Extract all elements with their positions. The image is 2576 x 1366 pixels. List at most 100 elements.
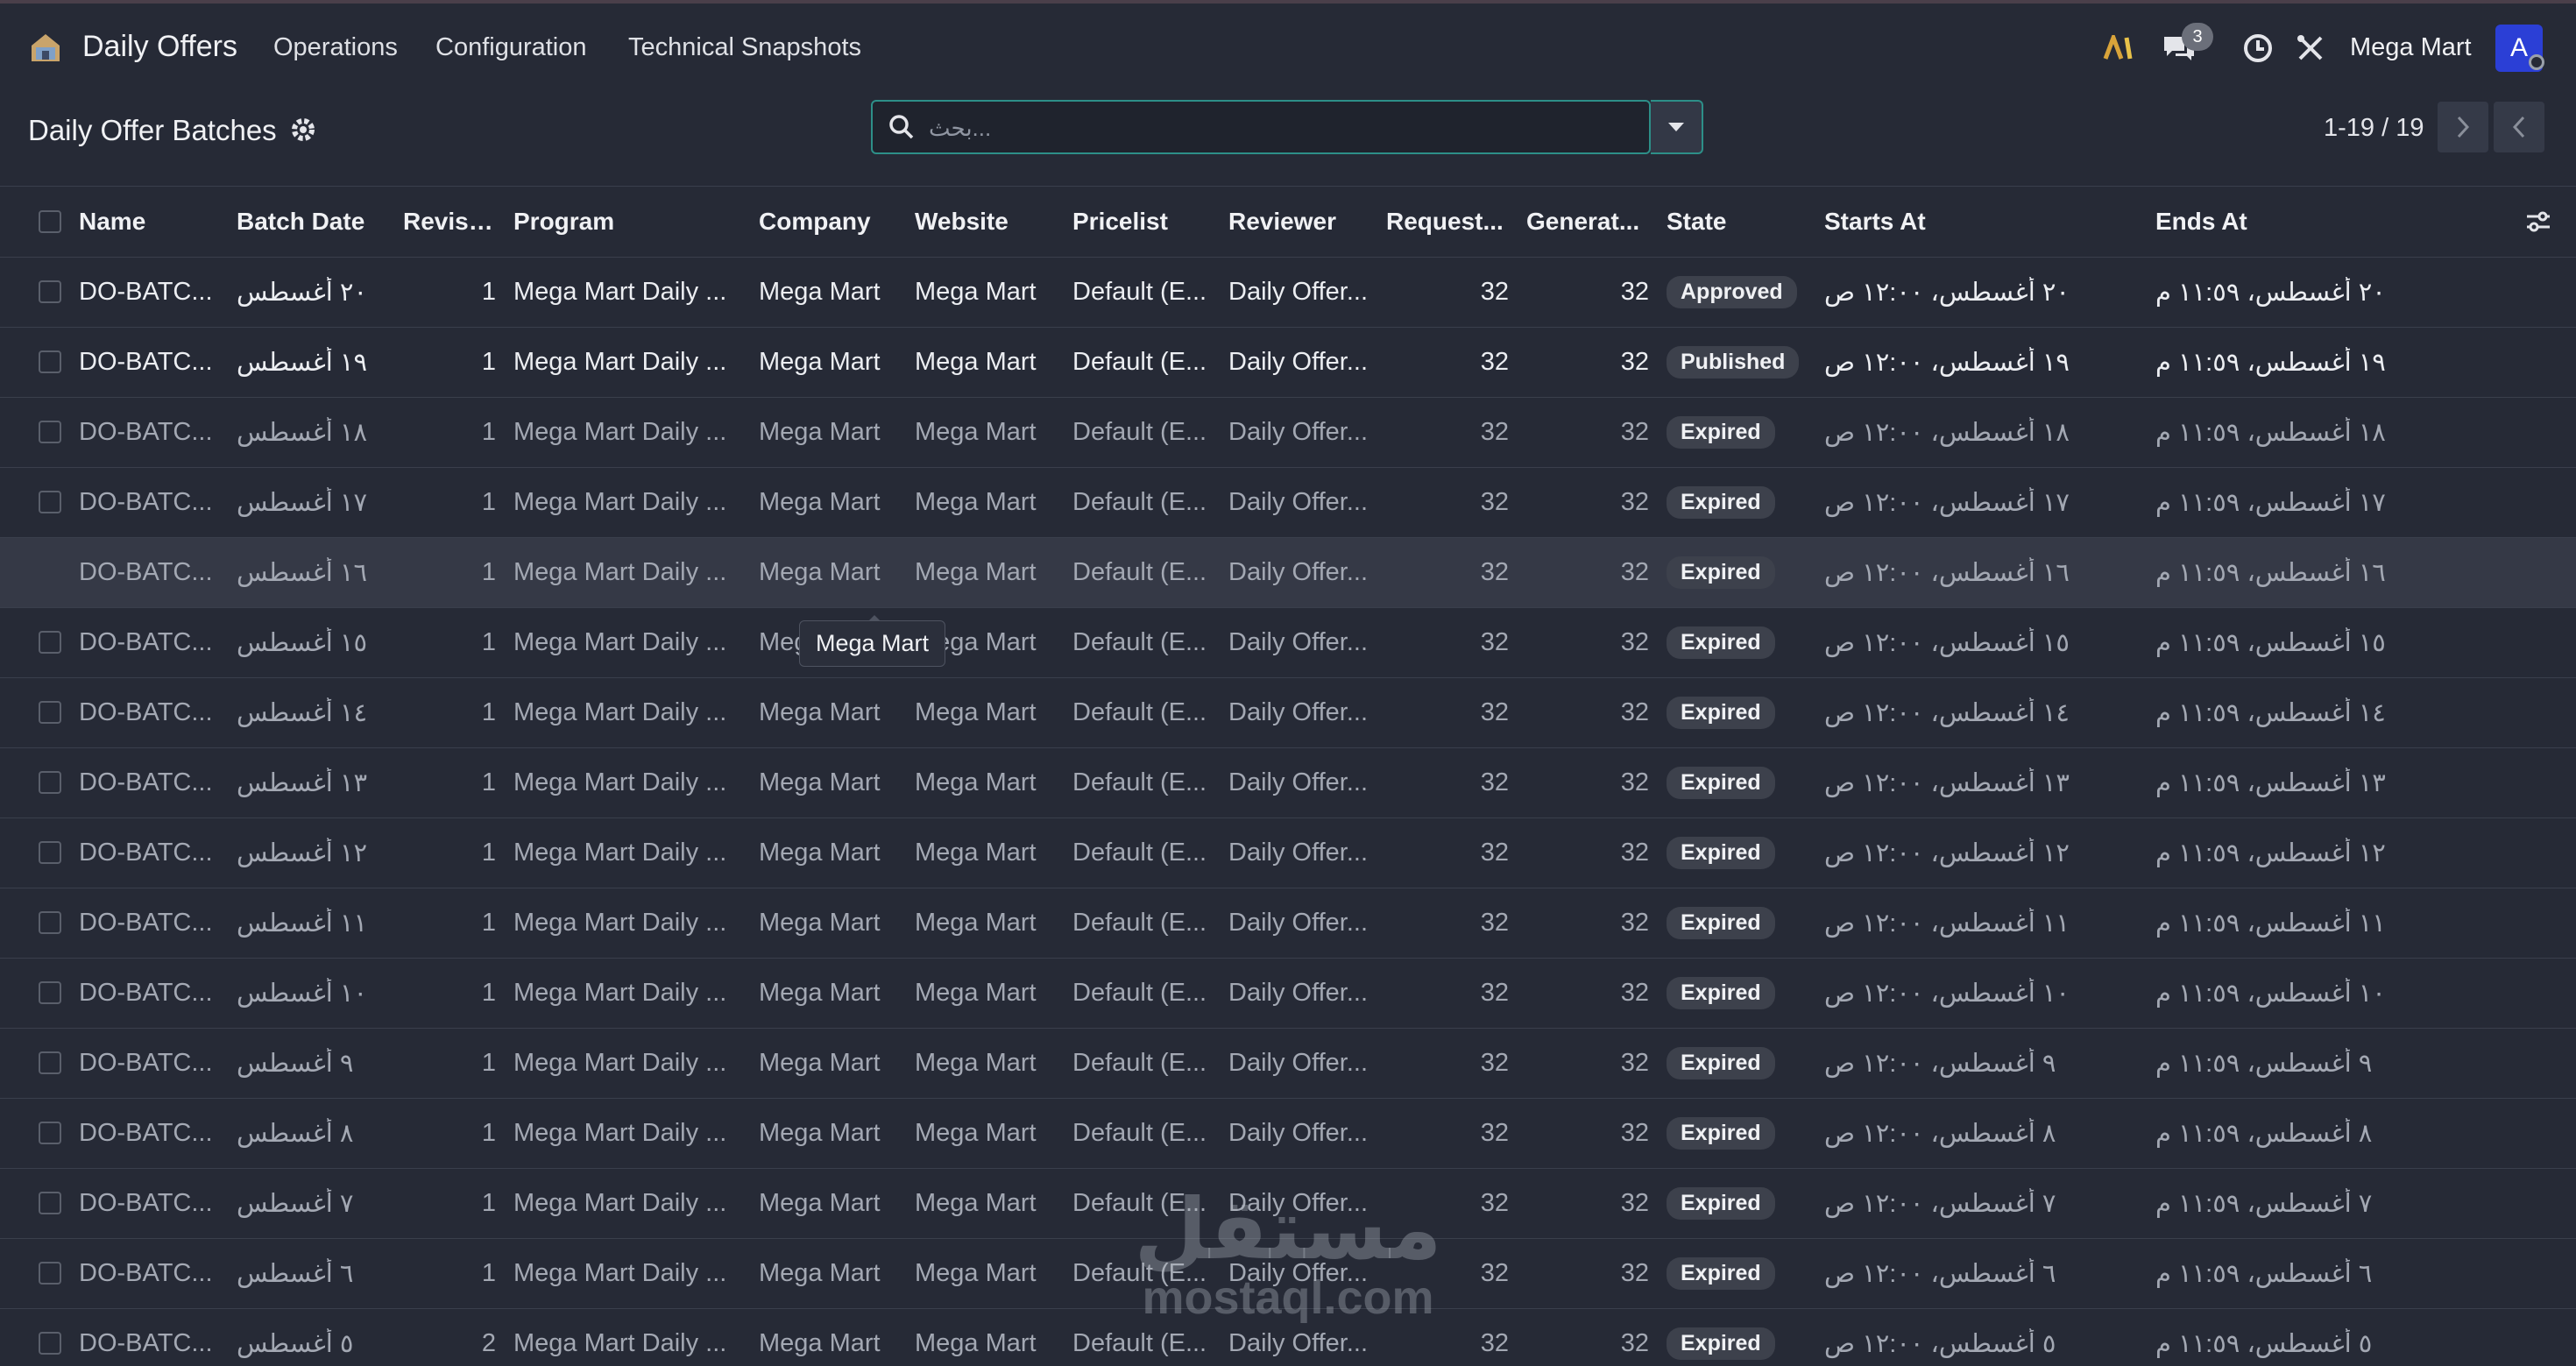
cell-revision[interactable]: 1 [394, 397, 505, 468]
cell-batch-date[interactable]: ٩ أغسطس [228, 1028, 394, 1099]
cell-revision[interactable]: 1 [394, 1098, 505, 1169]
cell-company[interactable]: Mega Mart [750, 888, 906, 959]
table-row[interactable]: DO-BATC... ١٣ أغسطس 1 Mega Mart Daily ... Me… [0, 747, 2576, 818]
cell-generated[interactable]: 32 [1518, 397, 1658, 468]
cell-name[interactable]: DO-BATC... [70, 747, 228, 818]
column-header-pricelist[interactable]: Pricelist [1064, 187, 1220, 258]
cell-batch-date[interactable]: ١٦ أغسطس [228, 537, 394, 608]
cell-pricelist[interactable]: Default (E... [1064, 257, 1220, 328]
pager-next-button[interactable] [2438, 102, 2488, 152]
cell-generated[interactable]: 32 [1518, 677, 1658, 748]
cell-state[interactable]: Expired [1658, 467, 1815, 538]
cell-reviewer[interactable]: Daily Offer... [1220, 537, 1377, 608]
row-checkbox[interactable] [39, 491, 61, 513]
cell-generated[interactable]: 32 [1518, 817, 1658, 888]
cell-batch-date[interactable]: ١٨ أغسطس [228, 397, 394, 468]
cell-generated[interactable]: 32 [1518, 747, 1658, 818]
cell-company[interactable]: Mega Mart [750, 1308, 906, 1366]
cell-pricelist[interactable]: Default (E... [1064, 888, 1220, 959]
cell-state[interactable]: Approved [1658, 257, 1815, 328]
pager-prev-button[interactable] [2494, 102, 2544, 152]
pager-value[interactable]: 1-19 / 19 [2324, 114, 2424, 143]
cell-name[interactable]: DO-BATC... [70, 1098, 228, 1169]
cell-batch-date[interactable]: ١٣ أغسطس [228, 747, 394, 818]
row-checkbox-cell[interactable] [0, 397, 70, 468]
tools-icon[interactable] [2292, 30, 2329, 67]
cell-revision[interactable]: 1 [394, 467, 505, 538]
cell-website[interactable]: Mega Mart [906, 327, 1064, 398]
cell-generated[interactable]: 32 [1518, 467, 1658, 538]
table-row[interactable]: DO-BATC... ١١ أغسطس 1 Mega Mart Daily ... Me… [0, 888, 2576, 959]
cell-company[interactable]: Mega Mart [750, 327, 906, 398]
row-checkbox[interactable] [39, 1122, 61, 1144]
column-header-website[interactable]: Website [906, 187, 1064, 258]
cell-requested[interactable]: 32 [1377, 888, 1518, 959]
cell-company[interactable]: Mega Mart [750, 537, 906, 608]
cell-name[interactable]: DO-BATC... [70, 1238, 228, 1309]
row-checkbox-cell[interactable] [0, 1238, 70, 1309]
table-row[interactable]: DO-BATC... ١٨ أغسطس 1 Mega Mart Daily ... Me… [0, 397, 2576, 468]
cell-company[interactable]: Mega Mart [750, 677, 906, 748]
table-row[interactable]: DO-BATC... ١٧ أغسطس 1 Mega Mart Daily ... Me… [0, 467, 2576, 538]
cell-batch-date[interactable]: ٧ أغسطس [228, 1168, 394, 1239]
row-checkbox[interactable] [39, 631, 61, 654]
cell-company[interactable]: Mega Mart [750, 958, 906, 1029]
cell-pricelist[interactable]: Default (E... [1064, 1098, 1220, 1169]
row-checkbox[interactable] [39, 1051, 61, 1074]
cell-website[interactable]: Mega Mart [906, 257, 1064, 328]
row-checkbox[interactable] [39, 911, 61, 934]
cell-starts-at[interactable]: ٦ أغسطس، ١٢:٠٠ ص [1815, 1238, 2147, 1309]
row-checkbox[interactable] [39, 1192, 61, 1214]
cell-state[interactable]: Expired [1658, 958, 1815, 1029]
column-header-program[interactable]: Program [505, 187, 750, 258]
cell-company[interactable]: Mega Mart [750, 817, 906, 888]
cell-state[interactable]: Expired [1658, 537, 1815, 608]
cell-state[interactable]: Expired [1658, 607, 1815, 678]
cell-batch-date[interactable]: ٨ أغسطس [228, 1098, 394, 1169]
row-checkbox[interactable] [39, 280, 61, 303]
cell-website[interactable]: Mega Mart [906, 397, 1064, 468]
cell-name[interactable]: DO-BATC... [70, 467, 228, 538]
table-row[interactable]: DO-BATC... ٢٠ أغسطس 1 Mega Mart Daily ... Me… [0, 257, 2576, 328]
cell-program[interactable]: Mega Mart Daily ... [505, 677, 750, 748]
row-checkbox-cell[interactable] [0, 257, 70, 328]
cell-pricelist[interactable]: Default (E... [1064, 327, 1220, 398]
table-row[interactable]: DO-BATC... ٩ أغسطس 1 Mega Mart Daily ... Meg… [0, 1028, 2576, 1099]
cell-program[interactable]: Mega Mart Daily ... [505, 1028, 750, 1099]
cell-ends-at[interactable]: ١٠ أغسطس، ١١:٥٩ م [2147, 958, 2480, 1029]
cell-website[interactable]: Mega Mart [906, 817, 1064, 888]
cell-program[interactable]: Mega Mart Daily ... [505, 397, 750, 468]
cell-requested[interactable]: 32 [1377, 327, 1518, 398]
cell-starts-at[interactable]: ١٦ أغسطس، ١٢:٠٠ ص [1815, 537, 2147, 608]
cell-pricelist[interactable]: Default (E... [1064, 677, 1220, 748]
column-header-starts-at[interactable]: Starts At [1815, 187, 2147, 258]
cell-program[interactable]: Mega Mart Daily ... [505, 958, 750, 1029]
cell-name[interactable]: DO-BATC... [70, 397, 228, 468]
column-header-generated[interactable]: Generat... [1518, 187, 1658, 258]
cell-reviewer[interactable]: Daily Offer... [1220, 677, 1377, 748]
cell-generated[interactable]: 32 [1518, 1308, 1658, 1366]
cell-name[interactable]: DO-BATC... [70, 817, 228, 888]
cell-generated[interactable]: 32 [1518, 1028, 1658, 1099]
cell-starts-at[interactable]: ١٩ أغسطس، ١٢:٠٠ ص [1815, 327, 2147, 398]
cell-website[interactable]: Mega Mart [906, 467, 1064, 538]
cell-generated[interactable]: 32 [1518, 1098, 1658, 1169]
cell-revision[interactable]: 1 [394, 747, 505, 818]
cell-reviewer[interactable]: Daily Offer... [1220, 607, 1377, 678]
cell-pricelist[interactable]: Default (E... [1064, 607, 1220, 678]
row-checkbox-cell[interactable] [0, 467, 70, 538]
cell-reviewer[interactable]: Daily Offer... [1220, 958, 1377, 1029]
cell-reviewer[interactable]: Daily Offer... [1220, 1098, 1377, 1169]
app-title[interactable]: Daily Offers [82, 30, 237, 64]
cell-pricelist[interactable]: Default (E... [1064, 467, 1220, 538]
cell-program[interactable]: Mega Mart Daily ... [505, 1168, 750, 1239]
cell-company[interactable]: Mega Mart [750, 397, 906, 468]
cell-requested[interactable]: 32 [1377, 747, 1518, 818]
table-row[interactable]: DO-BATC... ١٩ أغسطس 1 Mega Mart Daily ... Me… [0, 327, 2576, 398]
cell-generated[interactable]: 32 [1518, 257, 1658, 328]
cell-starts-at[interactable]: ١١ أغسطس، ١٢:٠٠ ص [1815, 888, 2147, 959]
table-row[interactable]: DO-BATC... ١٥ أغسطس 1 Mega Mart Daily ... Me… [0, 607, 2576, 678]
cell-name[interactable]: DO-BATC... [70, 537, 228, 608]
optional-columns-toggle[interactable] [2480, 187, 2576, 258]
cell-starts-at[interactable]: ١٠ أغسطس، ١٢:٠٠ ص [1815, 958, 2147, 1029]
